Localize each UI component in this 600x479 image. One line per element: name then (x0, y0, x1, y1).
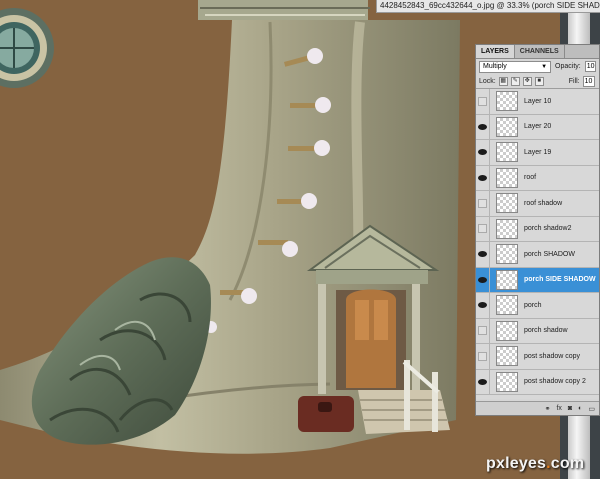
eye-off-icon (478, 326, 487, 336)
mask-icon[interactable]: ◙ (568, 405, 572, 412)
layer-name[interactable]: post shadow copy 2 (524, 378, 586, 385)
layer-name[interactable]: porch (524, 302, 542, 309)
eye-off-icon (478, 351, 487, 361)
visibility-toggle[interactable] (476, 216, 490, 241)
eye-off-icon (478, 224, 487, 234)
layer-thumbnail[interactable] (496, 371, 518, 392)
layer-name[interactable]: Layer 20 (524, 123, 551, 130)
fill-field[interactable]: 10 (582, 75, 595, 87)
layer-row[interactable]: post shadow copy (476, 344, 599, 370)
visibility-toggle[interactable] (476, 114, 490, 139)
eye-icon (478, 378, 487, 385)
layer-thumbnail[interactable] (496, 142, 518, 163)
layer-name[interactable]: roof shadow (524, 200, 562, 207)
layer-name[interactable]: Layer 10 (524, 98, 551, 105)
tab-layers[interactable]: LAYERS (476, 45, 515, 58)
visibility-toggle[interactable] (476, 140, 490, 165)
visibility-toggle[interactable] (476, 191, 490, 216)
layer-row[interactable]: Layer 20 (476, 114, 599, 140)
document-tab-title: 4428452843_69cc432644_o.jpg @ 33.3% (por… (380, 1, 600, 10)
layer-thumbnail[interactable] (496, 346, 518, 367)
eye-icon (478, 123, 487, 130)
layer-row[interactable]: porch SHADOW (476, 242, 599, 268)
lock-transparent-icon[interactable]: ▦ (498, 76, 508, 86)
layer-name[interactable]: porch shadow2 (524, 225, 571, 232)
layer-row[interactable]: porch (476, 293, 599, 319)
layer-list: Layer 10 Layer 20 Layer 19 roof roof shadow p… (476, 89, 599, 399)
eye-icon (478, 174, 487, 181)
fill-value: 10 (584, 77, 593, 85)
lock-position-icon[interactable]: ✥ (522, 76, 532, 86)
opacity-field[interactable]: 10 (584, 61, 596, 72)
panel-tab-bar: LAYERS CHANNELS (476, 45, 599, 59)
layer-row[interactable]: porch shadow2 (476, 216, 599, 242)
document-tab[interactable]: 4428452843_69cc432644_o.jpg @ 33.3% (por… (376, 0, 600, 13)
blend-row: Multiply ▼ Opacity: 10 (476, 59, 599, 74)
eye-off-icon (478, 198, 487, 208)
visibility-toggle[interactable] (476, 89, 490, 114)
layer-thumbnail[interactable] (496, 295, 518, 316)
visibility-toggle[interactable] (476, 318, 490, 343)
layer-thumbnail[interactable] (496, 116, 518, 137)
layer-thumbnail[interactable] (496, 91, 518, 112)
watermark-suffix: com (550, 455, 585, 472)
layer-thumbnail[interactable] (496, 244, 518, 265)
eye-off-icon (478, 96, 487, 106)
layer-row[interactable]: roof shadow (476, 191, 599, 217)
layer-row[interactable]: porch shadow (476, 318, 599, 344)
round-window (0, 8, 54, 88)
layer-name[interactable]: porch SIDE SHADOW (524, 276, 596, 283)
eye-icon (478, 302, 487, 309)
opacity-value: 10 (586, 63, 595, 70)
lock-pixels-icon[interactable]: ✎ (510, 76, 520, 86)
fill-label: Fill: (568, 77, 580, 85)
layer-name[interactable]: porch shadow (524, 327, 568, 334)
layer-name[interactable]: roof (524, 174, 536, 181)
layer-thumbnail[interactable] (496, 193, 518, 214)
panel-footer: ⚭ fx ◙ ◐ ▭ (476, 401, 599, 415)
visibility-toggle[interactable] (476, 267, 490, 292)
layers-panel: LAYERS CHANNELS Multiply ▼ Opacity: 10 L… (475, 44, 600, 416)
fx-icon[interactable]: fx (556, 405, 561, 412)
lock-all-icon[interactable]: ■ (534, 76, 544, 86)
visibility-toggle[interactable] (476, 242, 490, 267)
layer-name[interactable]: porch SHADOW (524, 251, 575, 258)
folder-icon[interactable]: ▭ (588, 405, 595, 413)
layer-thumbnail[interactable] (496, 218, 518, 239)
link-icon[interactable]: ⚭ (545, 405, 551, 413)
tab-channels[interactable]: CHANNELS (515, 45, 565, 58)
lock-row: Lock: ▦ ✎ ✥ ■ Fill: 10 (476, 74, 599, 89)
visibility-toggle[interactable] (476, 293, 490, 318)
visibility-toggle[interactable] (476, 344, 490, 369)
visibility-toggle[interactable] (476, 165, 490, 190)
opacity-label: Opacity: (555, 63, 581, 70)
layer-row[interactable]: porch SIDE SHADOW (476, 267, 599, 293)
chevron-down-icon: ▼ (541, 63, 548, 70)
layer-name[interactable]: Layer 19 (524, 149, 551, 156)
lock-label: Lock: (479, 77, 496, 85)
blend-mode-select[interactable]: Multiply ▼ (479, 60, 552, 73)
adjustment-icon[interactable]: ◐ (578, 405, 582, 412)
layer-thumbnail[interactable] (496, 269, 518, 290)
layer-thumbnail[interactable] (496, 167, 518, 188)
layer-name[interactable]: post shadow copy (524, 353, 580, 360)
watermark: pxleyes.com (486, 455, 584, 473)
watermark-text: pxleyes (486, 455, 547, 472)
layer-thumbnail[interactable] (496, 320, 518, 341)
eye-icon (478, 251, 487, 258)
blend-mode-value: Multiply (483, 62, 507, 70)
eye-icon (478, 149, 487, 156)
eye-icon (478, 276, 487, 283)
visibility-toggle[interactable] (476, 369, 490, 394)
layer-row[interactable]: post shadow copy 2 (476, 369, 599, 395)
layer-row[interactable]: roof (476, 165, 599, 191)
layer-row[interactable]: Layer 10 (476, 89, 599, 115)
layer-row[interactable]: Layer 19 (476, 140, 599, 166)
